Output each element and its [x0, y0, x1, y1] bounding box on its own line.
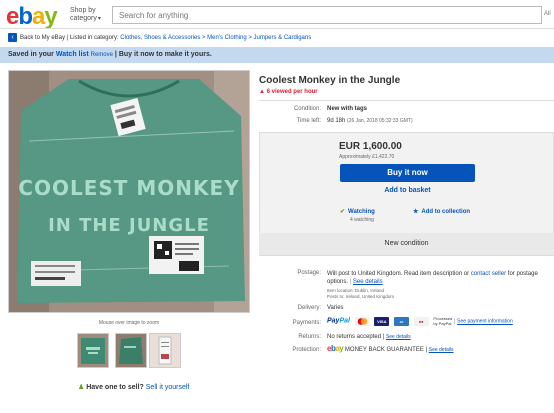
listed-in-label: | Listed in category:: [66, 35, 119, 42]
posts-to: Posts to: Ireland, United Kingdom: [327, 294, 395, 299]
sweater-print-line2: IN THE JUNGLE: [48, 215, 210, 236]
maestro-icon: ●●: [413, 316, 429, 326]
approx-price: Approximately £1,422.70: [339, 154, 395, 160]
payment-methods: PayPal VISA ▭ ●● Processed by PayPal | Se…: [327, 316, 513, 326]
ebay-mini-logo: ebay: [327, 344, 344, 353]
time-left-value: 9d 18h (26 Jan, 2018 05:32:33 GMT): [327, 118, 413, 124]
time-left-label: Time left:: [296, 118, 321, 124]
postage-see-details-link[interactable]: See details: [353, 279, 383, 285]
watch-count: 4 watching: [350, 217, 374, 223]
condition-tab[interactable]: New condition: [259, 233, 554, 255]
paypal-logo: PayPal: [327, 317, 350, 325]
watch-list-link[interactable]: Watch list: [56, 51, 89, 58]
postage-label: Postage:: [297, 270, 321, 276]
returns-label: Returns:: [298, 334, 321, 340]
header-divider: [0, 28, 554, 29]
protection-label: Protection:: [292, 347, 321, 353]
thumbnail-3[interactable]: [149, 333, 181, 368]
protection-value: ebay MONEY BACK GUARANTEE | See details: [327, 344, 454, 353]
see-payment-information-link[interactable]: See payment information: [457, 319, 513, 325]
postage-value: Will post to United Kingdom. Read item d…: [327, 271, 538, 285]
divider: [259, 100, 554, 101]
watch-list-message: Saved in your Watch list Remove | Buy it…: [8, 51, 212, 58]
search-category-select[interactable]: All: [544, 11, 551, 17]
star-icon: ★: [413, 209, 419, 215]
chevron-down-icon: ▾: [97, 16, 101, 22]
condition-value: New with tags: [327, 106, 368, 112]
add-to-collection-button[interactable]: ★ Add to collection: [413, 208, 470, 215]
ebay-logo[interactable]: ebay: [6, 4, 58, 30]
sweater-photo: COOLEST MONKEY IN THE JUNGLE: [9, 71, 249, 312]
condition-label: Condition:: [293, 106, 321, 112]
zoom-hint: Mouse over image to zoom: [98, 320, 160, 326]
sell-it-yourself-link[interactable]: Sell it yourself: [146, 384, 190, 391]
thumbnail-1[interactable]: [77, 333, 109, 368]
remove-link[interactable]: Remove: [91, 52, 113, 58]
watching-button[interactable]: ✔ Watching: [340, 208, 375, 215]
search-input[interactable]: Search for anything: [112, 6, 542, 24]
delivery-label: Delivery:: [297, 305, 321, 311]
price: EUR 1,600.00: [339, 141, 402, 152]
have-one-to-sell: ♟ Have one to sell? Sell it yourself: [78, 384, 190, 391]
delivery-value: Varies: [327, 305, 344, 311]
main-product-image[interactable]: COOLEST MONKEY IN THE JUNGLE: [8, 70, 250, 313]
shop-by-category-button[interactable]: Shop by category▾: [70, 7, 101, 23]
mastercard-icon: [354, 316, 370, 326]
amex-icon: ▭: [394, 316, 409, 326]
category-path-link[interactable]: Clothes, Shoes & Accessories > Men's Clo…: [120, 35, 311, 41]
item-location: Item location: Dublin, Ireland: [327, 288, 385, 293]
contact-seller-link[interactable]: contact seller: [471, 271, 506, 277]
breadcrumb: ‹ Back to My eBay | Listed in category: C…: [8, 33, 311, 42]
add-to-basket-button[interactable]: Add to basket: [340, 187, 475, 194]
returns-value: No returns accepted | See details: [327, 334, 411, 340]
sweater-print-line1: COOLEST MONKEY: [18, 176, 239, 200]
visa-icon: VISA: [374, 316, 390, 326]
fire-icon: ▲: [259, 89, 265, 95]
viewed-per-hour: ▲ 6 viewed per hour: [259, 89, 318, 95]
sell-icon: ♟: [78, 384, 85, 391]
check-icon: ✔: [340, 209, 346, 215]
returns-see-details-link[interactable]: See details: [386, 334, 411, 340]
back-to-my-ebay-link[interactable]: Back to My eBay: [20, 35, 65, 41]
payments-label: Payments:: [292, 320, 321, 326]
back-arrow-icon[interactable]: ‹: [8, 33, 17, 42]
thumbnail-2[interactable]: [115, 333, 147, 368]
buy-it-now-button[interactable]: Buy it now: [340, 164, 475, 182]
protection-see-details-link[interactable]: See details: [429, 347, 454, 353]
listing-title: Coolest Monkey in the Jungle: [259, 75, 401, 86]
processed-by-paypal: Processed by PayPal: [433, 316, 453, 326]
